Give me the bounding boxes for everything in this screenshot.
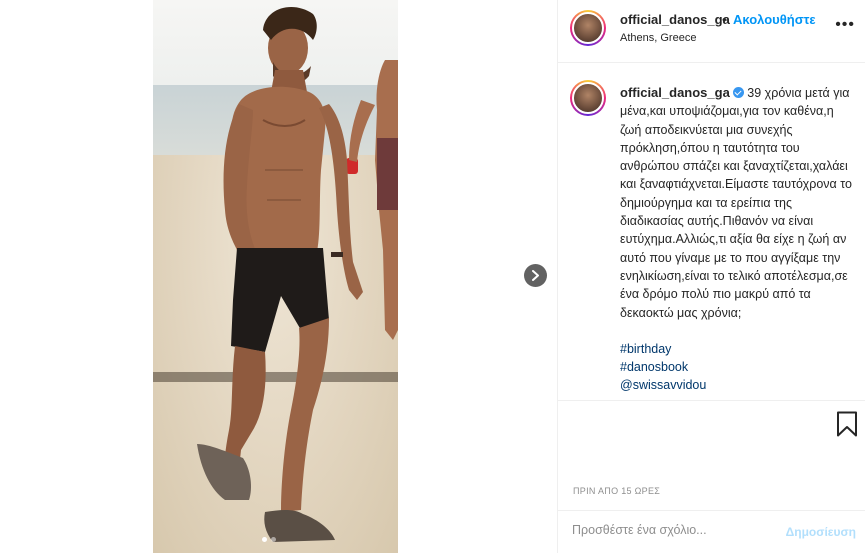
mention-link[interactable]: @swissavvidou [620, 376, 852, 394]
post-header: official_danos_ga • Ακολουθήστε Athens, … [558, 0, 865, 63]
hashtag-link[interactable]: #birthday [620, 340, 852, 358]
hashtag-list: #birthday #danosbook @swissavvidou [620, 340, 852, 395]
author-username[interactable]: official_danos_ga [620, 12, 730, 27]
caption-avatar[interactable] [570, 80, 606, 116]
media-pane [0, 0, 557, 553]
action-bar [558, 400, 865, 450]
comment-bar: Δημοσίευση [558, 510, 865, 553]
caption-body: 39 χρόνια μετά για μένα,και υποψιάζομαι,… [620, 86, 852, 320]
post-timestamp: ΠΡΙΝ ΑΠΟ 15 ΩΡΕΣ [573, 486, 661, 496]
caption-section: official_danos_ga 39 χρόνια μετά για μέν… [558, 64, 865, 400]
photo-figure [197, 7, 398, 542]
caption-username[interactable]: official_danos_ga [620, 85, 730, 100]
carousel-indicator [262, 537, 276, 542]
post-comment-button[interactable]: Δημοσίευση [786, 525, 856, 539]
more-options-icon[interactable]: ••• [835, 17, 855, 33]
hashtag-link[interactable]: #danosbook [620, 358, 852, 376]
author-avatar[interactable] [570, 10, 606, 46]
carousel-dot-1 [262, 537, 267, 542]
bookmark-icon[interactable] [836, 411, 858, 437]
post-sidebar: official_danos_ga • Ακολουθήστε Athens, … [557, 0, 865, 553]
carousel-dot-2 [271, 537, 276, 542]
comment-input[interactable] [572, 523, 772, 537]
verified-badge-icon [732, 87, 744, 98]
caption-text: official_danos_ga 39 χρόνια μετά για μέν… [620, 84, 852, 395]
post-location[interactable]: Athens, Greece [620, 32, 696, 44]
chevron-right-icon [532, 270, 539, 281]
next-slide-button[interactable] [524, 264, 547, 287]
follow-button[interactable]: Ακολουθήστε [733, 12, 816, 27]
post-photo[interactable] [153, 0, 398, 553]
header-separator: • [722, 12, 727, 27]
